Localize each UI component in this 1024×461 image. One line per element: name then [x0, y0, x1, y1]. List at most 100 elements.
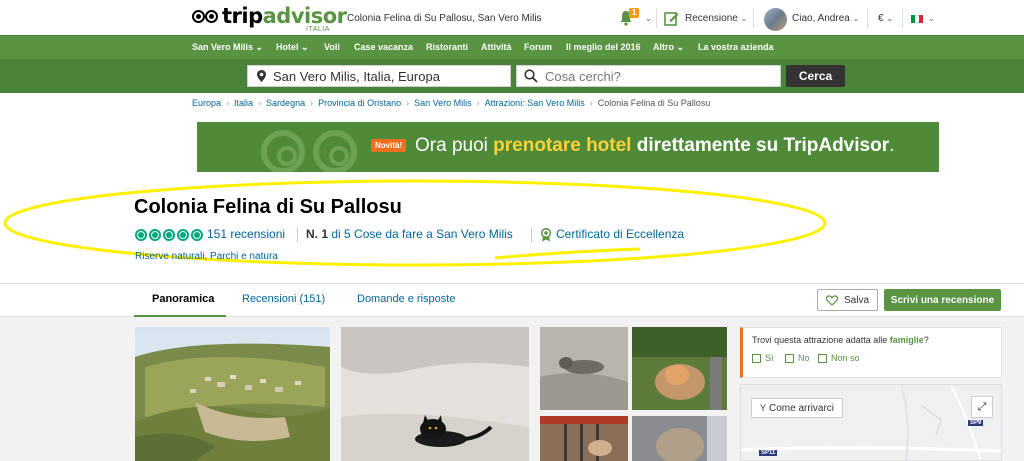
divider — [656, 8, 657, 28]
logo-country: ITALIA — [306, 26, 330, 33]
road-label: SP9 — [968, 420, 984, 426]
write-review-button[interactable]: Scrivi una recensione — [884, 289, 1001, 311]
expand-map-icon[interactable]: ⤢ — [971, 396, 993, 418]
chevron-down-icon: ⌄ — [886, 14, 894, 23]
option-no-label: No — [798, 353, 810, 363]
reviews-count-link[interactable]: 151 recensioni — [207, 227, 285, 241]
location-pin-icon — [257, 70, 266, 82]
rating-bubble-icon — [135, 229, 147, 241]
search-bar: San Vero Milis, Italia, Europa Cosa cerc… — [0, 59, 1024, 93]
option-unsure-label: Non so — [831, 353, 860, 363]
map-roads — [741, 385, 1001, 460]
attraction-title: Colonia Felina di Su Pallosu — [134, 196, 402, 218]
divider — [867, 8, 868, 28]
photo-aerial-coast[interactable] — [135, 327, 330, 461]
user-menu[interactable]: Ciao, Andrea ⌄ — [792, 13, 859, 24]
search-placeholder: Cosa cerchi? — [545, 68, 621, 84]
nav-item-altro[interactable]: Altro ⌄ — [653, 42, 684, 53]
heart-icon — [825, 294, 838, 306]
top-header: tripadvisor ITALIA Colonia Felina di Su … — [0, 0, 1024, 35]
currency-menu[interactable]: € ⌄ — [878, 13, 893, 24]
header-page-title: Colonia Felina di Su Pallosu, San Vero M… — [347, 13, 542, 24]
breadcrumb-link[interactable]: Europa — [192, 98, 221, 108]
logo-text-trip: trip — [222, 4, 263, 28]
option-no[interactable]: No — [785, 353, 810, 363]
breadcrumb: Europa › Italia › Sardegna › Provincia di Oris… — [192, 98, 711, 108]
tab-reviews[interactable]: Recensioni (151) — [242, 293, 325, 305]
avatar[interactable] — [764, 8, 787, 31]
tab-overview[interactable]: Panoramica — [152, 293, 214, 305]
nav-item-ristoranti[interactable]: Ristoranti — [426, 42, 468, 52]
directions-button[interactable]: Y Come arrivarci — [751, 398, 844, 418]
divider — [753, 8, 754, 28]
notification-badge: 1 — [629, 8, 640, 18]
italy-flag-icon[interactable] — [911, 15, 923, 23]
nav-item-attivita[interactable]: Attività — [481, 42, 512, 52]
owl-watermark-icon — [261, 122, 371, 172]
chevron-down-icon: ⌄ — [301, 42, 309, 52]
search-input[interactable]: Cosa cerchi? — [516, 65, 781, 87]
breadcrumb-link[interactable]: Attrazioni: San Vero Milis — [485, 98, 585, 108]
edit-review-icon[interactable] — [664, 11, 679, 26]
checkbox[interactable] — [752, 353, 761, 363]
photo-cat-orange[interactable] — [632, 327, 727, 410]
banner-text: Ora puoi prenotare hotel direttamente su… — [415, 135, 895, 156]
certificate-of-excellence[interactable]: Certificato di Eccellenza — [556, 227, 684, 241]
search-button[interactable]: Cerca — [786, 65, 845, 87]
location-input[interactable]: San Vero Milis, Italia, Europa — [247, 65, 511, 87]
user-greeting: Ciao, Andrea — [792, 13, 850, 24]
tab-qa[interactable]: Domande e risposte — [357, 293, 455, 305]
option-unsure[interactable]: Non so — [818, 353, 860, 363]
nav-item-case-vacanza[interactable]: Case vacanza — [354, 42, 413, 52]
photo-cat-tabby[interactable] — [540, 327, 628, 410]
nav-item-il-meglio[interactable]: Il meglio del 2016 — [566, 42, 641, 52]
photo-cat-closeup[interactable] — [632, 416, 727, 461]
photo-black-cat-sand[interactable] — [341, 327, 529, 461]
tripadvisor-logo[interactable]: tripadvisor ITALIA — [192, 4, 347, 33]
notification-chevron-down-icon[interactable]: ⌄ — [645, 13, 652, 24]
breadcrumb-link[interactable]: Provincia di Oristano — [318, 98, 401, 108]
rating-bubble-icon — [163, 229, 175, 241]
nav-item-la-vostra-azienda[interactable]: La vostra azienda — [698, 42, 774, 52]
checkbox[interactable] — [818, 353, 827, 363]
breadcrumb-link[interactable]: Italia — [234, 98, 253, 108]
save-button[interactable]: Salva — [817, 289, 878, 311]
rating-bubble-icon — [191, 229, 203, 241]
road-label: SP11 — [759, 450, 778, 456]
highlight-ellipse — [3, 179, 827, 267]
breadcrumb-link[interactable]: San Vero Milis — [414, 98, 472, 108]
rating-bubbles[interactable] — [135, 229, 203, 241]
map[interactable]: Y Come arrivarci ⤢ SP11 SP9 — [740, 384, 1002, 461]
tab-bar: Panoramica Recensioni (151) Domande e ri… — [0, 283, 1024, 318]
ranking-link[interactable]: N. 1 di 5 Cose da fare a San Vero Milis — [306, 227, 513, 241]
new-badge: Novità! — [371, 139, 407, 152]
nav-item-voli[interactable]: Voli — [324, 42, 340, 52]
language-chevron-down-icon[interactable]: ⌄ — [928, 13, 935, 24]
directions-label: Come arrivarci — [769, 402, 835, 414]
nav-item-forum[interactable]: Forum — [524, 42, 552, 52]
chevron-down-icon: ⌄ — [852, 14, 860, 23]
category-links[interactable]: Riserve naturali, Parchi e natura — [135, 251, 278, 262]
breadcrumb-link[interactable]: Sardegna — [266, 98, 305, 108]
rating-bubble-icon — [177, 229, 189, 241]
option-yes[interactable]: Sì — [752, 353, 774, 363]
search-icon — [524, 69, 538, 83]
rating-bubble-icon — [149, 229, 161, 241]
divider — [531, 227, 532, 242]
nav-item-san-vero-milis[interactable]: San Vero Milis ⌄ — [192, 42, 263, 53]
breadcrumb-current: Colonia Felina di Su Pallosu — [597, 98, 711, 108]
owl-logo-icon — [192, 9, 220, 27]
photo-cats-gate[interactable] — [540, 416, 628, 461]
checkbox[interactable] — [785, 353, 794, 363]
review-menu[interactable]: Recensione ⌄ — [685, 13, 747, 24]
family-question: Trovi questa attrazione adatta alle fami… — [752, 335, 929, 345]
nav-item-hotel[interactable]: Hotel ⌄ — [276, 42, 309, 53]
review-menu-label: Recensione — [685, 13, 738, 24]
promo-banner[interactable]: Novità! Ora puoi prenotare hotel diretta… — [197, 122, 939, 172]
option-yes-label: Sì — [765, 353, 774, 363]
directions-icon: Y — [760, 403, 767, 413]
chevron-down-icon: ⌄ — [740, 14, 748, 23]
main-nav: San Vero Milis ⌄ Hotel ⌄ Voli Case vacan… — [0, 35, 1024, 59]
chevron-down-icon: ⌄ — [676, 42, 685, 52]
divider — [902, 8, 903, 28]
